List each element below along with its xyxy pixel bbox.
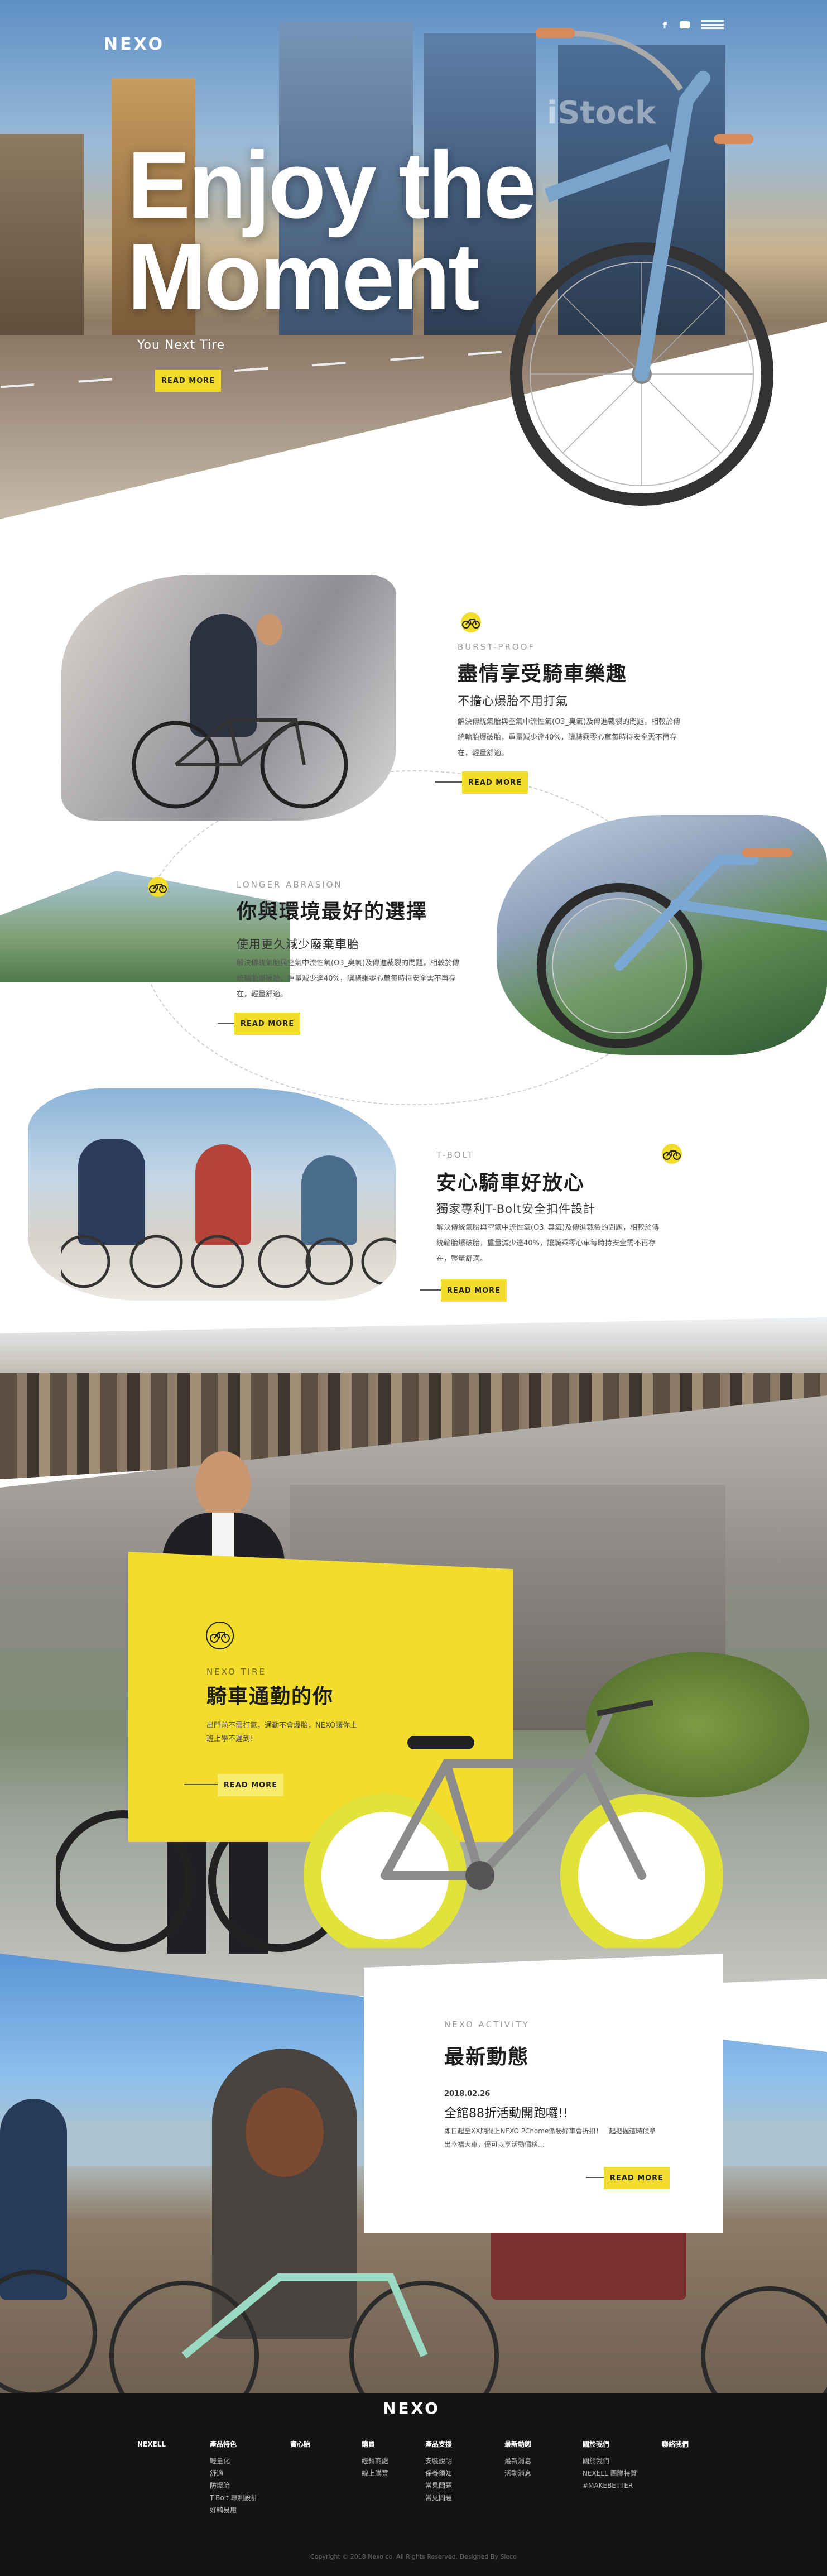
footer-col-about: 關於我們 關於我們 NEXELL 團隊特質 #MAKEBETTER [583,2438,637,2492]
footer-link[interactable]: 活動消息 [504,2467,531,2479]
footer-col-contact: 聯絡我們 [662,2440,689,2448]
footer-link[interactable]: T-Bolt 專利設計 [210,2492,258,2504]
feature2-bicycle [537,848,827,1048]
feature2-subtitle: 使用更久減少廢棄車胎 [237,938,359,951]
feature1-bicycle [132,718,348,809]
footer-logo[interactable]: NEXO [383,2399,440,2417]
site-footer: NEXO NEXELL 產品特色 輕量化 舒適 防爆胎 T-Bolt 專利設計 … [0,2393,827,2576]
footer-col-support: 產品支援 安裝說明 保養須知 常見問題 常見問題 [425,2438,452,2504]
feature2-sub: LONGER ABRASION [237,880,343,890]
footer-col-nexell: NEXELL [137,2440,166,2448]
activity-sub: NEXO ACTIVITY [444,2019,530,2030]
hero-title-line2: Moment [127,224,480,330]
bike-badge-icon [657,1143,686,1164]
activity-title: 最新動態 [444,2046,530,2069]
footer-link[interactable]: 關於我們 [583,2455,637,2467]
youtube-icon[interactable] [680,21,690,28]
footer-link[interactable]: 常見問題 [425,2492,452,2504]
footer-link[interactable]: 好騎易用 [210,2504,258,2516]
feature1-body: 解決傳統氣胎與空氣中流性氧(O3_臭氧)及傳進裁裂的問題，相較於傳統輪胎爆破胎，… [458,718,681,757]
feature1-read-more-button[interactable]: READ MORE [462,771,528,794]
hero-title: Enjoy the Moment [127,132,536,330]
footer-link[interactable]: 常見問題 [425,2479,452,2492]
footer-link[interactable]: #MAKEBETTER [583,2479,637,2492]
istock-watermark: iStock [547,95,656,131]
feature1-photo [61,575,396,821]
bike-badge-icon [143,876,172,898]
feature2-title: 你與環境最好的選擇 [237,900,428,923]
feature1-subtitle: 不擔心爆胎不用打氣 [458,694,568,708]
activity-card [364,1954,723,2233]
footer-link[interactable]: 輕量化 [210,2455,258,2467]
footer-link[interactable]: 保養須知 [425,2467,452,2479]
footer-col-news: 最新動態 最新消息 活動消息 [504,2438,531,2479]
hero-read-more-button[interactable]: READ MORE [155,370,221,392]
menu-icon[interactable] [701,20,724,29]
feature2-photo [497,815,827,1055]
building-left [0,134,84,346]
facebook-icon[interactable]: f [663,20,667,31]
footer-link[interactable]: 舒適 [210,2467,258,2479]
commute-read-more-button[interactable]: READ MORE [218,1774,283,1796]
feature1-sub: BURST-PROOF [458,642,536,652]
feature2-body: 解決傳統氣胎與空氣中流性氧(O3_臭氧)及傳進裁裂的問題，相較於傳統輪胎爆破胎，… [237,959,460,999]
footer-link[interactable]: NEXELL 團隊特質 [583,2467,637,2479]
feature2-read-more-button[interactable]: READ MORE [234,1013,300,1035]
activity-date: 2018.02.26 [444,2090,491,2098]
footer-link[interactable]: 防爆胎 [210,2479,258,2492]
hero-tagline: You Next Tire [137,338,225,352]
footer-col-solid-tire: 實心胎 [290,2440,311,2448]
commute-sub: NEXO TIRE [206,1667,267,1677]
activity-body: 即日起至XX期間上NEXO PChome派勝好車會折扣！一起把握這時候拿出幸福大… [444,2127,656,2148]
footer-link[interactable]: 經銷商處 [362,2455,388,2467]
feature3-subtitle: 獨家專利T-Bolt安全扣件設計 [436,1202,596,1216]
footer-col-buy: 購買 經銷商處 線上購買 [362,2438,388,2479]
feature3-title: 安心騎車好放心 [436,1172,585,1195]
footer-link[interactable]: 安裝說明 [425,2455,452,2467]
footer-col-features: 產品特色 輕量化 舒適 防爆胎 T-Bolt 專利設計 好騎易用 [210,2438,258,2516]
activity-read-more-button[interactable]: READ MORE [604,2167,670,2189]
feature3-body: 解決傳統氣胎與空氣中流性氧(O3_臭氧)及傳進裁裂的問題，相較於傳統輪胎爆破胎，… [436,1224,660,1263]
feature3-read-more-button[interactable]: READ MORE [441,1279,507,1302]
activity-headline: 全館88折活動開跑囉!! [444,2107,568,2121]
feature3-sub: T-BOLT [436,1150,474,1160]
feature3-photo [28,1088,396,1301]
footer-link[interactable]: 最新消息 [504,2455,531,2467]
bike-badge-icon [205,1621,234,1649]
bike-badge-icon [456,612,485,633]
yellow-wheel-bicycle [304,1700,723,1948]
feature1-title: 盡情享受騎車樂趣 [458,663,628,685]
site-header: NEXO f [0,0,827,54]
footer-copyright: Copyright © 2018 Nexo co. All Rights Res… [310,2553,517,2560]
site-logo[interactable]: NEXO [104,35,165,54]
footer-link[interactable]: 線上購買 [362,2467,388,2479]
hero-title-line1: Enjoy the [127,132,536,238]
